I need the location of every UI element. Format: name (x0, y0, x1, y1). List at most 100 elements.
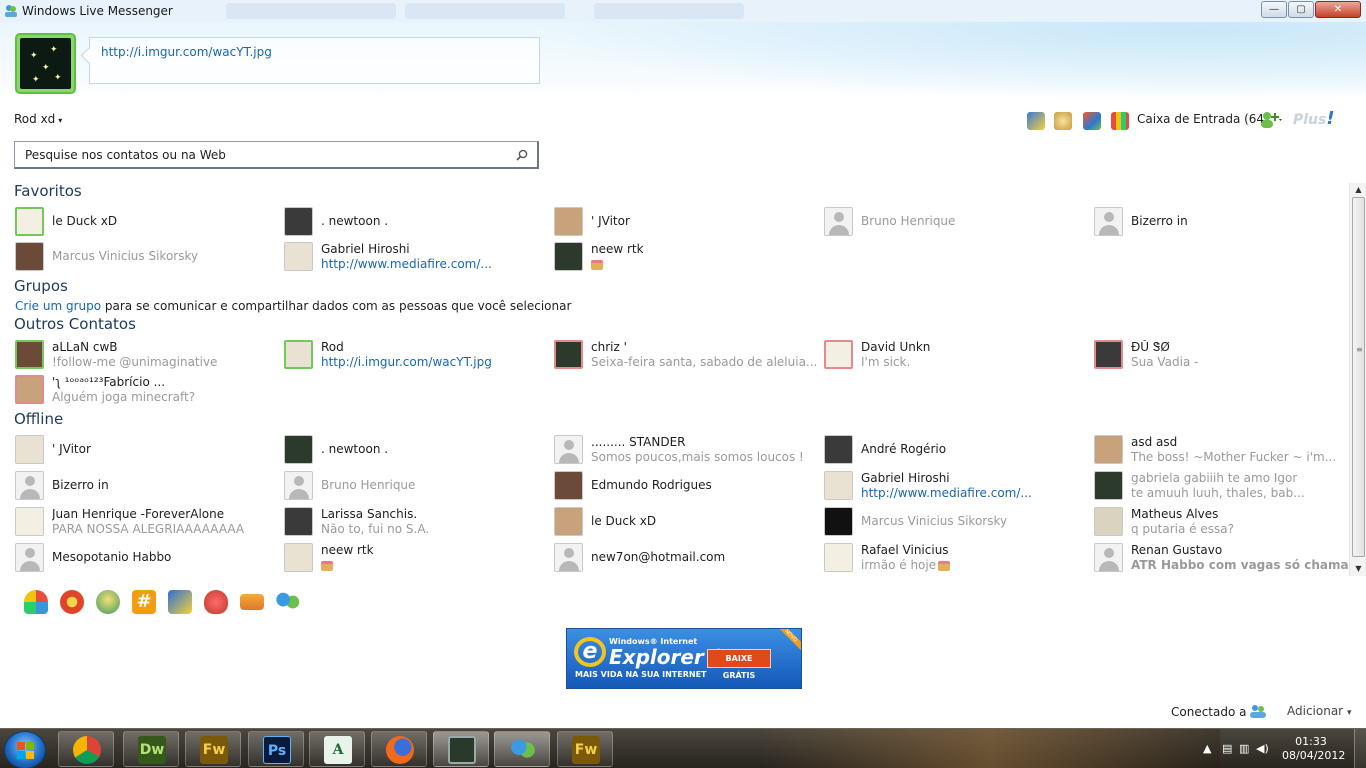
contact-status[interactable]: http://i.imgur.com/wacYT.jpg (321, 355, 492, 369)
user-avatar[interactable]: ✦ ✦ ✦ ✦ ✦ (15, 33, 76, 94)
contact-avatar[interactable] (1094, 435, 1123, 464)
search-input[interactable] (25, 148, 505, 162)
contact-item[interactable]: Matheus Alves q putaria é essa? (1094, 507, 1359, 541)
connected-to-label[interactable]: Conectado a (1171, 705, 1247, 719)
show-desktop-button[interactable] (1354, 729, 1366, 768)
maximize-button[interactable]: ▢ (1288, 1, 1314, 18)
taskbar-messenger[interactable] (494, 731, 550, 767)
contact-avatar[interactable] (284, 507, 313, 536)
contact-item[interactable]: André Rogério (824, 435, 1089, 469)
taskbar-firefox[interactable] (371, 731, 427, 767)
contact-item[interactable]: neew rtk (554, 242, 819, 276)
personal-message-box[interactable]: http://i.imgur.com/wacYT.jpg (89, 37, 540, 84)
contact-item[interactable]: gabriela gabiiih te amo Igor te amuuh luu… (1094, 471, 1359, 505)
scrollbar-thumb[interactable]: ≡ (1352, 197, 1365, 557)
contact-avatar[interactable] (284, 435, 313, 464)
connected-people-icon[interactable] (1249, 703, 1267, 719)
contact-item[interactable]: Rod http://i.imgur.com/wacYT.jpg (284, 340, 549, 374)
user-name-menu[interactable]: Rod xd ▾ (14, 112, 62, 126)
contact-avatar[interactable] (284, 471, 313, 500)
msn-butterfly-icon[interactable] (24, 590, 48, 614)
contact-item[interactable]: . newtoon . (284, 435, 549, 469)
personal-message[interactable]: http://i.imgur.com/wacYT.jpg (101, 45, 272, 59)
contact-avatar[interactable] (284, 340, 313, 369)
contact-item[interactable]: Bruno Henrique (824, 207, 1089, 241)
contact-item[interactable]: Marcus Vinicius Sikorsky (824, 507, 1089, 541)
create-group-link[interactable]: Crie um grupo (15, 299, 101, 313)
taskbar-clock[interactable]: 01:33 08/04/2012 (1282, 735, 1345, 763)
mail-icon[interactable] (240, 594, 264, 610)
contact-avatar[interactable] (554, 340, 583, 369)
contact-avatar[interactable] (554, 471, 583, 500)
hashtag-icon[interactable]: # (132, 590, 156, 614)
contact-status[interactable]: http://www.mediafire.com/... (861, 486, 1032, 500)
contact-avatar[interactable] (824, 471, 853, 500)
taskbar-photoshop[interactable]: Ps (248, 731, 304, 767)
contact-avatar[interactable] (15, 207, 44, 236)
contact-item[interactable]: aLLaN cwB !follow-me @unimaginative (15, 340, 280, 374)
taskbar-monitor[interactable] (433, 731, 489, 767)
contact-avatar[interactable] (554, 207, 583, 236)
contact-item[interactable]: David Unkn I'm sick. (824, 340, 1089, 374)
section-offline[interactable]: Offline (14, 410, 63, 428)
contact-avatar[interactable] (554, 435, 583, 464)
news-icon[interactable] (1027, 112, 1045, 130)
contact-avatar[interactable] (15, 471, 44, 500)
contact-avatar[interactable] (824, 207, 853, 236)
add-menu[interactable]: Adicionar ▾ (1287, 704, 1351, 718)
section-outros[interactable]: Outros Contatos (14, 315, 136, 333)
contact-item[interactable]: ......... STANDER Somos poucos,mais somos… (554, 435, 819, 469)
contact-item[interactable]: le Duck xD (554, 507, 819, 541)
plus-logo[interactable]: Plus! (1293, 108, 1335, 129)
contact-avatar[interactable] (284, 242, 313, 271)
spiral-icon[interactable] (60, 590, 84, 614)
contact-avatar[interactable] (15, 507, 44, 536)
contact-avatar[interactable] (284, 543, 313, 572)
taskbar-fireworks[interactable]: Fw (185, 731, 241, 767)
taskbar-chrome[interactable] (58, 731, 114, 767)
contact-item[interactable]: Bizerro in (1094, 207, 1359, 241)
add-contact-icon[interactable] (1259, 110, 1285, 130)
ie9-ad-banner[interactable]: e Windows® Internet Explorer 9 BAIXE GRÁ… (566, 628, 802, 689)
scroll-up-arrow[interactable]: ▲ (1350, 183, 1366, 197)
contact-avatar[interactable] (15, 375, 44, 404)
game-character-icon[interactable] (96, 590, 120, 614)
contact-status[interactable]: http://www.mediafire.com/... (321, 257, 492, 271)
contact-avatar[interactable] (1094, 471, 1123, 500)
contact-avatar[interactable] (824, 507, 853, 536)
contact-avatar[interactable] (824, 340, 853, 369)
contact-avatar[interactable] (1094, 507, 1123, 536)
contact-item[interactable]: Bizerro in (15, 471, 280, 505)
tray-expand-icon[interactable]: ▲ (1203, 742, 1211, 755)
contact-item[interactable]: le Duck xD (15, 207, 280, 241)
contact-item[interactable]: asd asd The boss! ~Mother Fucker ~ i'm... (1094, 435, 1359, 469)
contact-item[interactable]: Gabriel Hiroshi http://www.mediafire.com/… (284, 242, 549, 276)
taskbar-dreamweaver[interactable]: Dw (123, 731, 179, 767)
contact-avatar[interactable] (15, 242, 44, 271)
contact-item[interactable]: new7on@hotmail.com (554, 543, 819, 577)
messenger-people-icon[interactable] (276, 590, 300, 614)
inbox-link[interactable]: Caixa de Entrada (64) (1137, 112, 1269, 126)
contact-avatar[interactable] (15, 435, 44, 464)
photos-icon[interactable] (1083, 112, 1101, 130)
section-favoritos[interactable]: Favoritos (14, 182, 82, 200)
contact-list-scrollbar[interactable]: ▲ ≡ ▼ (1349, 183, 1366, 576)
contact-item[interactable]: Larissa Sanchis. Não to, fui no S.A. (284, 507, 549, 541)
contact-item[interactable]: . newtoon . (284, 207, 549, 241)
contact-item[interactable]: chriz ' Seixa-feira santa, sabado de alel… (554, 340, 819, 374)
apps-icon[interactable] (1111, 112, 1129, 130)
close-button[interactable]: ✕ (1315, 1, 1361, 18)
tray-device-icon[interactable]: ▤ (1222, 742, 1232, 755)
contact-avatar[interactable] (1094, 340, 1123, 369)
taskbar-fireworks-2[interactable]: Fw (557, 731, 613, 767)
contact-avatar[interactable] (554, 543, 583, 572)
contact-item[interactable]: Gabriel Hiroshi http://www.mediafire.com/… (824, 471, 1089, 505)
tray-network-icon[interactable]: ▥ (1239, 742, 1249, 755)
contact-item[interactable]: Renan Gustavo ATR Habbo com vagas só cham… (1094, 543, 1359, 577)
contact-item[interactable]: Marcus Vinicius Sikorsky (15, 242, 280, 276)
contact-avatar[interactable] (15, 340, 44, 369)
contact-avatar[interactable] (554, 507, 583, 536)
contact-avatar[interactable] (1094, 207, 1123, 236)
contact-item[interactable]: Edmundo Rodrigues (554, 471, 819, 505)
taskbar-app-a[interactable]: A (309, 731, 365, 767)
